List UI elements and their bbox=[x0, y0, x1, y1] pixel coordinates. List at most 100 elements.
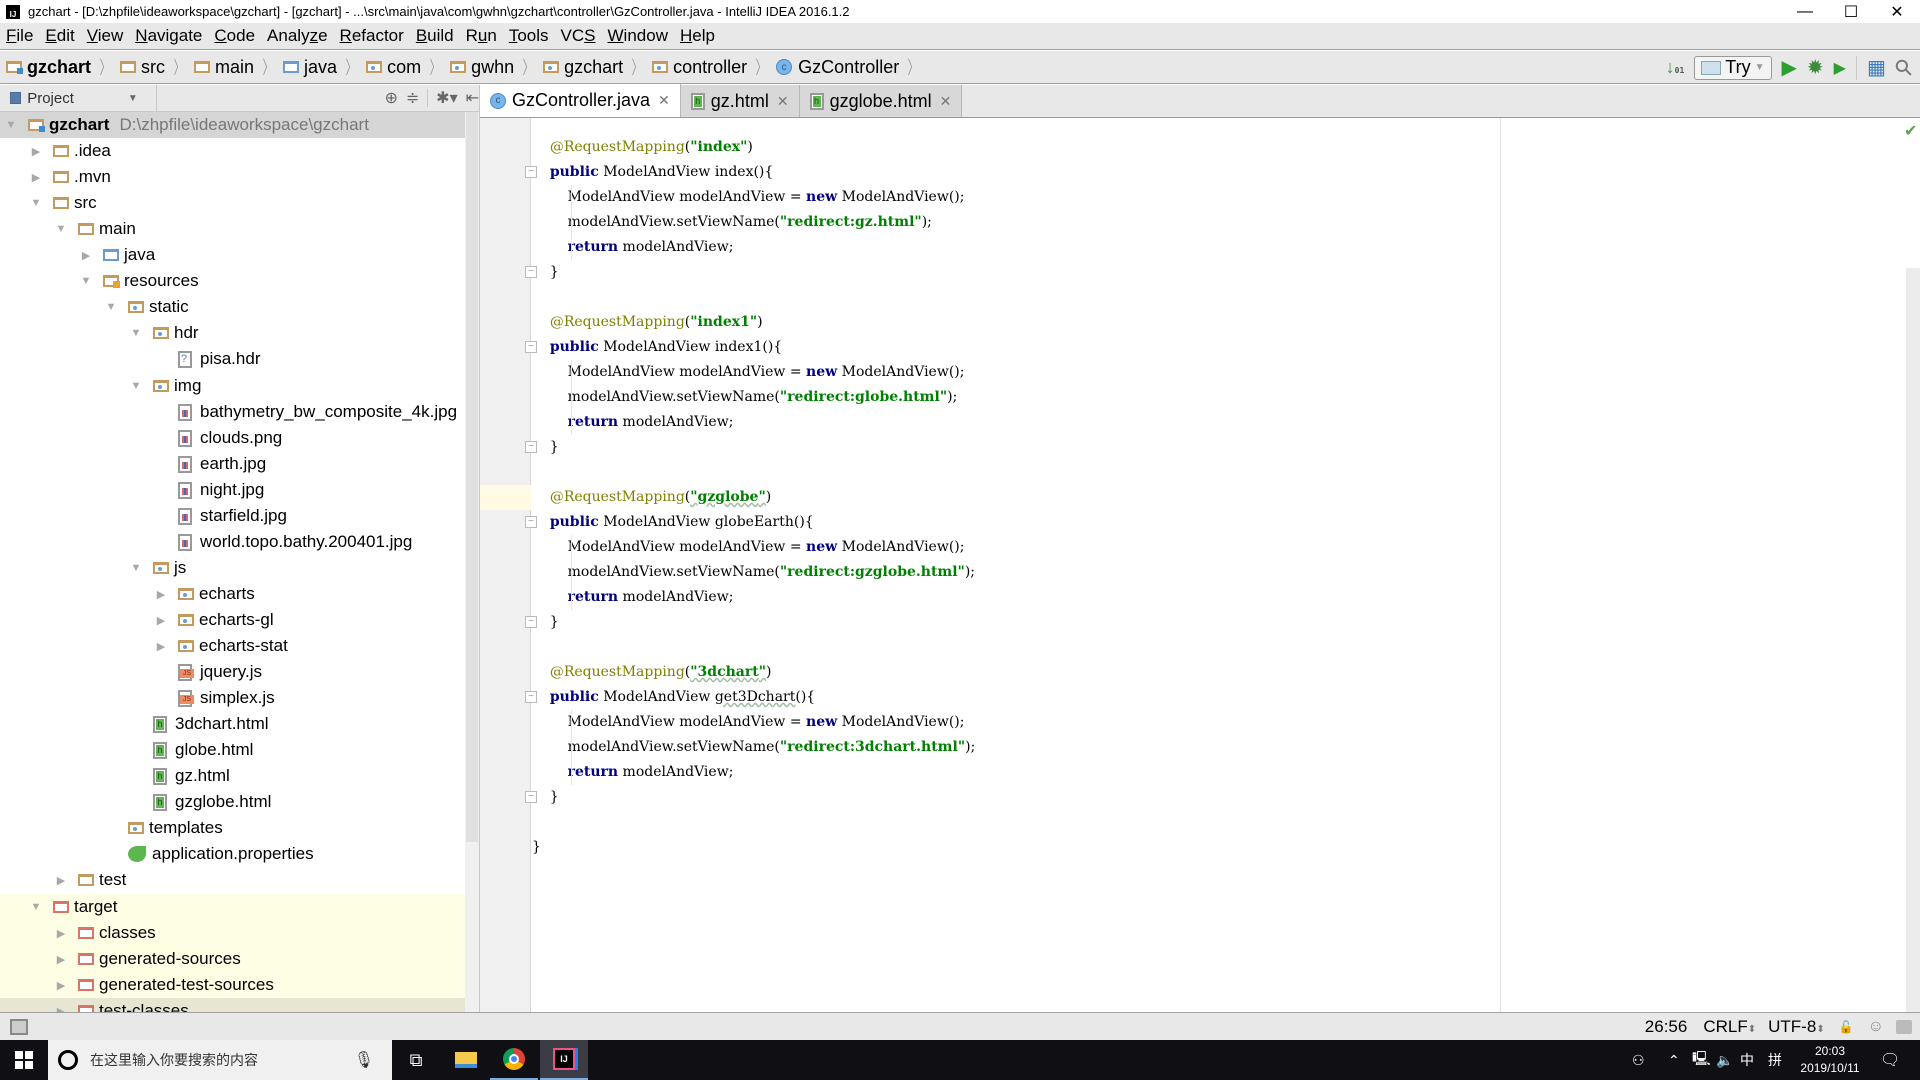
line-separator-selector[interactable]: CRLF⬍ bbox=[1703, 1017, 1756, 1037]
menu-navigate[interactable]: Navigate bbox=[129, 26, 208, 46]
tree-item[interactable]: starfield.jpg bbox=[0, 503, 465, 529]
code-line[interactable]: return modelAndView; bbox=[532, 235, 1920, 260]
tree-item[interactable]: ▼ src bbox=[0, 190, 465, 216]
tree-item[interactable]: ▶ generated-test-sources bbox=[0, 972, 465, 998]
code-line[interactable]: @RequestMapping("3dchart") bbox=[532, 660, 1920, 685]
clock[interactable]: 20:03 2019/10/11 bbox=[1795, 1040, 1865, 1080]
run-config-dropdown[interactable]: Try ▼ bbox=[1694, 55, 1772, 80]
code-line[interactable]: @RequestMapping("index") bbox=[532, 135, 1920, 160]
menu-edit[interactable]: Edit bbox=[39, 26, 80, 46]
tree-item[interactable]: ▶ .idea bbox=[0, 138, 465, 164]
debug-icon[interactable]: ✹ bbox=[1807, 55, 1824, 80]
action-center-icon[interactable]: 🗨 bbox=[1880, 1040, 1900, 1080]
code-line[interactable]: return modelAndView; bbox=[532, 585, 1920, 610]
expand-arrow-icon[interactable]: ▶ bbox=[79, 249, 93, 262]
tree-item[interactable]: ▶ generated-sources bbox=[0, 946, 465, 972]
menu-help[interactable]: Help bbox=[674, 26, 721, 46]
breadcrumb-item[interactable]: gzchart 〉 bbox=[0, 54, 114, 80]
code-line[interactable]: } bbox=[532, 260, 1920, 285]
code-line[interactable]: ModelAndView modelAndView = new ModelAnd… bbox=[532, 710, 1920, 735]
ime-language[interactable]: 中 bbox=[1740, 1040, 1754, 1080]
editor-tab[interactable]: gzglobe.html ✕ bbox=[799, 85, 963, 117]
expand-arrow-icon[interactable]: ▼ bbox=[4, 119, 18, 131]
menu-file[interactable]: File bbox=[0, 26, 39, 46]
code-line[interactable]: public ModelAndView globeEarth(){ bbox=[532, 510, 1920, 535]
expand-arrow-icon[interactable]: ▶ bbox=[54, 953, 68, 966]
code-line[interactable]: ModelAndView modelAndView = new ModelAnd… bbox=[532, 185, 1920, 210]
tree-item[interactable]: ▶ .mvn bbox=[0, 164, 465, 190]
tree-item[interactable]: globe.html bbox=[0, 737, 465, 763]
coverage-icon[interactable]: ▶ bbox=[1834, 58, 1846, 78]
breadcrumb-item[interactable]: c GzController 〉 bbox=[770, 54, 922, 80]
breadcrumb-item[interactable]: gwhn 〉 bbox=[444, 54, 537, 80]
tree-item[interactable]: ▶ test-classes bbox=[0, 998, 465, 1012]
tree-item[interactable]: bathymetry_bw_composite_4k.jpg bbox=[0, 399, 465, 425]
code-line[interactable]: return modelAndView; bbox=[532, 760, 1920, 785]
collapse-arrow-icon[interactable]: ▼ bbox=[129, 327, 143, 339]
tool-windows-toggle-icon[interactable] bbox=[10, 1018, 28, 1035]
project-structure-icon[interactable]: ▦ bbox=[1867, 55, 1886, 80]
fold-marker-icon[interactable]: − bbox=[525, 791, 537, 803]
fold-marker-icon[interactable]: − bbox=[525, 341, 537, 353]
code-line[interactable]: } bbox=[532, 785, 1920, 810]
expand-arrow-icon[interactable]: ▶ bbox=[54, 979, 68, 992]
file-explorer-icon[interactable] bbox=[442, 1040, 490, 1080]
taskbar-search-box[interactable]: 在这里输入你要搜索的内容 🎙 bbox=[48, 1040, 392, 1080]
expand-arrow-icon[interactable]: ▶ bbox=[29, 145, 43, 158]
breadcrumb-item[interactable]: controller 〉 bbox=[646, 54, 770, 80]
tree-item[interactable]: gz.html bbox=[0, 763, 465, 789]
hide-panel-icon[interactable]: ⇤ bbox=[466, 88, 479, 108]
tree-item[interactable]: ▶ echarts bbox=[0, 581, 465, 607]
sort-binary-icon[interactable]: ↓01 bbox=[1666, 57, 1685, 78]
task-view-icon[interactable]: ⧉ bbox=[392, 1040, 440, 1080]
tree-item[interactable]: ▼ main bbox=[0, 216, 465, 242]
code-line[interactable]: return modelAndView; bbox=[532, 410, 1920, 435]
search-everywhere-icon[interactable]: ⚲ bbox=[1889, 53, 1919, 83]
tree-item[interactable]: 3dchart.html bbox=[0, 711, 465, 737]
network-icon[interactable]: 🖳 bbox=[1692, 1040, 1711, 1080]
people-icon[interactable]: ⚇ bbox=[1632, 1040, 1645, 1080]
breadcrumb-item[interactable]: gzchart 〉 bbox=[537, 54, 646, 80]
collapse-arrow-icon[interactable]: ▼ bbox=[79, 275, 93, 287]
editor-gutter[interactable] bbox=[480, 118, 531, 1012]
tree-item[interactable]: ▼ hdr bbox=[0, 320, 465, 346]
menu-vcs[interactable]: VCS bbox=[555, 26, 602, 46]
code-line[interactable]: } bbox=[532, 435, 1920, 460]
code-line[interactable]: public ModelAndView get3Dchart(){ bbox=[532, 685, 1920, 710]
tree-item[interactable]: ▼ js bbox=[0, 555, 465, 581]
intellij-taskbar-icon[interactable]: IJ bbox=[540, 1040, 588, 1080]
tree-item[interactable]: application.properties bbox=[0, 841, 465, 867]
scroll-from-source-icon[interactable]: ⊕ bbox=[385, 88, 398, 108]
minimize-button[interactable]: — bbox=[1782, 0, 1828, 23]
menu-build[interactable]: Build bbox=[410, 26, 460, 46]
code-line[interactable]: @RequestMapping("index1") bbox=[532, 310, 1920, 335]
expand-arrow-icon[interactable]: ▶ bbox=[54, 1005, 68, 1013]
tree-item[interactable]: templates bbox=[0, 815, 465, 841]
code-line[interactable]: public ModelAndView index1(){ bbox=[532, 335, 1920, 360]
code-line[interactable]: } bbox=[532, 610, 1920, 635]
collapse-arrow-icon[interactable]: ▼ bbox=[129, 562, 143, 574]
maximize-button[interactable]: ☐ bbox=[1828, 0, 1874, 23]
editor-tab[interactable]: gz.html ✕ bbox=[680, 85, 800, 117]
tree-item[interactable]: ▶ echarts-gl bbox=[0, 607, 465, 633]
tree-item[interactable]: simplex.js bbox=[0, 685, 465, 711]
hector-inspector-icon[interactable]: ☺ bbox=[1868, 1018, 1884, 1036]
editor-tab[interactable]: c GzController.java ✕ bbox=[480, 84, 681, 117]
menu-refactor[interactable]: Refactor bbox=[334, 26, 410, 46]
tree-item[interactable]: ▼ static bbox=[0, 294, 465, 320]
menu-view[interactable]: View bbox=[81, 26, 130, 46]
code-line[interactable]: modelAndView.setViewName("redirect:3dcha… bbox=[532, 735, 1920, 760]
expand-arrow-icon[interactable]: ▶ bbox=[154, 640, 168, 653]
fold-marker-icon[interactable]: − bbox=[525, 691, 537, 703]
tree-item[interactable]: ▼ target bbox=[0, 894, 465, 920]
inspection-ok-icon[interactable]: ✔ bbox=[1904, 121, 1917, 141]
code-line[interactable]: modelAndView.setViewName("redirect:gz.ht… bbox=[532, 210, 1920, 235]
close-tab-icon[interactable]: ✕ bbox=[940, 93, 952, 110]
collapse-arrow-icon[interactable]: ▼ bbox=[129, 380, 143, 392]
close-tab-icon[interactable]: ✕ bbox=[658, 92, 670, 109]
code-line[interactable]: ModelAndView modelAndView = new ModelAnd… bbox=[532, 535, 1920, 560]
fold-marker-icon[interactable]: − bbox=[525, 166, 537, 178]
menu-tools[interactable]: Tools bbox=[503, 26, 555, 46]
expand-arrow-icon[interactable]: ▶ bbox=[54, 927, 68, 940]
collapse-all-icon[interactable]: ≑ bbox=[406, 88, 419, 108]
